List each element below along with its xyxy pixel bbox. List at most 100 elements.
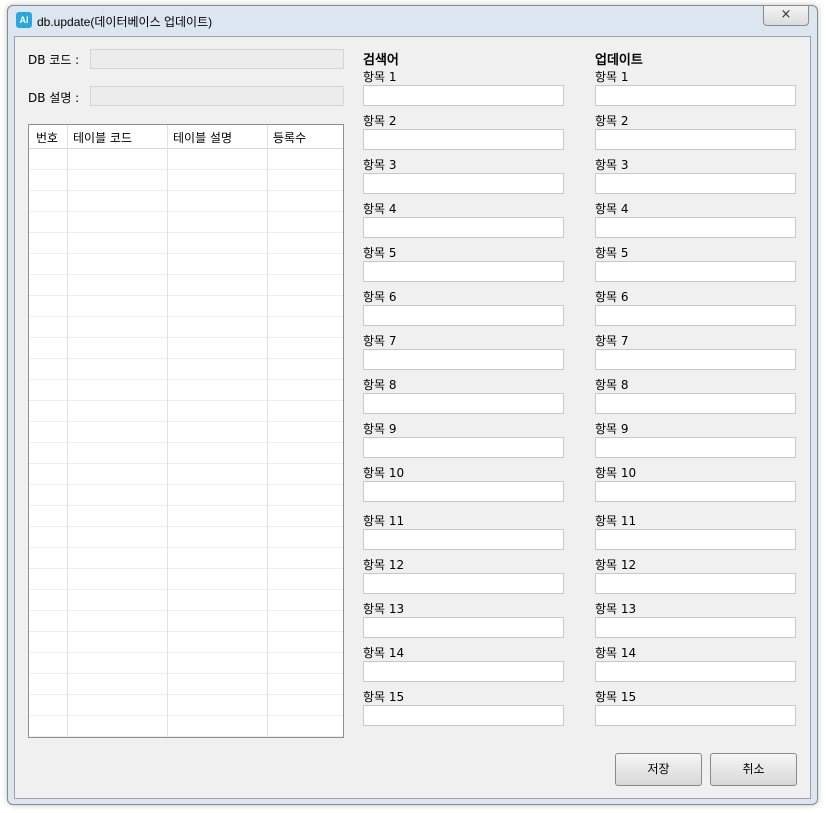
search-item-input[interactable]	[363, 305, 564, 326]
update-item-input[interactable]	[595, 393, 796, 414]
table-row[interactable]	[29, 338, 343, 359]
update-item-input[interactable]	[595, 529, 796, 550]
table-row[interactable]	[29, 527, 343, 548]
search-section-title: 검색어	[363, 53, 399, 68]
client-area: DB 코드 : DB 설명 : 번호 테이블 코드 테이블 설명 등록수 검색어…	[14, 36, 811, 799]
table-row[interactable]	[29, 464, 343, 485]
table-row[interactable]	[29, 401, 343, 422]
table-row[interactable]	[29, 233, 343, 254]
table-row[interactable]	[29, 695, 343, 716]
update-item-input[interactable]	[595, 349, 796, 370]
table-row[interactable]	[29, 170, 343, 191]
search-item-label: 항목 12	[363, 558, 405, 572]
table-row[interactable]	[29, 632, 343, 653]
column-header-table-code[interactable]: 테이블 코드	[73, 129, 132, 146]
update-item-input[interactable]	[595, 573, 796, 594]
table-row[interactable]	[29, 443, 343, 464]
table-row[interactable]	[29, 611, 343, 632]
update-item-input[interactable]	[595, 437, 796, 458]
table-row[interactable]	[29, 191, 343, 212]
column-divider	[267, 125, 268, 737]
update-item-label: 항목 4	[595, 202, 629, 216]
table-row[interactable]	[29, 254, 343, 275]
table-row[interactable]	[29, 716, 343, 737]
update-item-input[interactable]	[595, 617, 796, 638]
table-row[interactable]	[29, 674, 343, 695]
search-item-label: 항목 8	[363, 378, 397, 392]
search-item-input[interactable]	[363, 705, 564, 726]
table-row[interactable]	[29, 149, 343, 170]
save-button[interactable]: 저장	[615, 753, 702, 786]
search-item-input[interactable]	[363, 173, 564, 194]
search-item-input[interactable]	[363, 129, 564, 150]
search-item-input[interactable]	[363, 481, 564, 502]
cancel-button[interactable]: 취소	[710, 753, 797, 786]
search-item-label: 항목 4	[363, 202, 397, 216]
db-desc-field[interactable]	[90, 86, 344, 106]
table-row[interactable]	[29, 212, 343, 233]
table-row[interactable]	[29, 569, 343, 590]
table-row[interactable]	[29, 317, 343, 338]
table-row[interactable]	[29, 653, 343, 674]
search-item-label: 항목 13	[363, 602, 405, 616]
column-divider	[67, 125, 68, 737]
search-item-input[interactable]	[363, 349, 564, 370]
update-item-label: 항목 5	[595, 246, 629, 260]
table-row[interactable]	[29, 422, 343, 443]
search-item-input[interactable]	[363, 85, 564, 106]
update-section-title: 업데이트	[595, 53, 643, 68]
search-item-input[interactable]	[363, 661, 564, 682]
update-item-input[interactable]	[595, 481, 796, 502]
update-item-input[interactable]	[595, 129, 796, 150]
close-button[interactable]: ×	[763, 6, 809, 26]
search-item-label: 항목 2	[363, 114, 397, 128]
update-item-label: 항목 9	[595, 422, 629, 436]
table-row[interactable]	[29, 296, 343, 317]
search-item-label: 항목 10	[363, 466, 405, 480]
update-item-input[interactable]	[595, 173, 796, 194]
table-row[interactable]	[29, 590, 343, 611]
table-row[interactable]	[29, 506, 343, 527]
column-header-number[interactable]: 번호	[36, 129, 58, 146]
column-header-count[interactable]: 등록수	[273, 129, 306, 146]
search-item-label: 항목 15	[363, 690, 405, 704]
db-code-label: DB 코드 :	[28, 53, 80, 67]
search-item-input[interactable]	[363, 217, 564, 238]
table-row[interactable]	[29, 548, 343, 569]
table-row[interactable]	[29, 380, 343, 401]
search-item-input[interactable]	[363, 529, 564, 550]
update-item-label: 항목 8	[595, 378, 629, 392]
search-item-input[interactable]	[363, 573, 564, 594]
search-item-label: 항목 11	[363, 514, 405, 528]
search-item-input[interactable]	[363, 261, 564, 282]
update-item-input[interactable]	[595, 261, 796, 282]
update-item-label: 항목 2	[595, 114, 629, 128]
table-row[interactable]	[29, 485, 343, 506]
table-row[interactable]	[29, 275, 343, 296]
column-divider	[167, 125, 168, 737]
update-item-input[interactable]	[595, 305, 796, 326]
search-item-label: 항목 3	[363, 158, 397, 172]
update-item-input[interactable]	[595, 217, 796, 238]
app-window: AI db.update(데이터베이스 업데이트) × DB 코드 : DB 설…	[7, 5, 818, 805]
window-title: db.update(데이터베이스 업데이트)	[37, 15, 213, 29]
table-row[interactable]	[29, 359, 343, 380]
update-item-label: 항목 14	[595, 646, 637, 660]
update-item-label: 항목 13	[595, 602, 637, 616]
db-code-field[interactable]	[90, 49, 344, 69]
search-item-label: 항목 7	[363, 334, 397, 348]
search-item-input[interactable]	[363, 437, 564, 458]
column-header-table-desc[interactable]: 테이블 설명	[173, 129, 232, 146]
update-item-label: 항목 11	[595, 514, 637, 528]
update-item-input[interactable]	[595, 85, 796, 106]
table-header: 번호 테이블 코드 테이블 설명 등록수	[29, 125, 343, 149]
update-item-input[interactable]	[595, 705, 796, 726]
search-item-input[interactable]	[363, 393, 564, 414]
update-item-input[interactable]	[595, 661, 796, 682]
update-item-label: 항목 15	[595, 690, 637, 704]
table-grid[interactable]: 번호 테이블 코드 테이블 설명 등록수	[28, 124, 344, 738]
search-item-label: 항목 14	[363, 646, 405, 660]
search-item-label: 항목 5	[363, 246, 397, 260]
app-icon: AI	[16, 12, 32, 28]
search-item-input[interactable]	[363, 617, 564, 638]
